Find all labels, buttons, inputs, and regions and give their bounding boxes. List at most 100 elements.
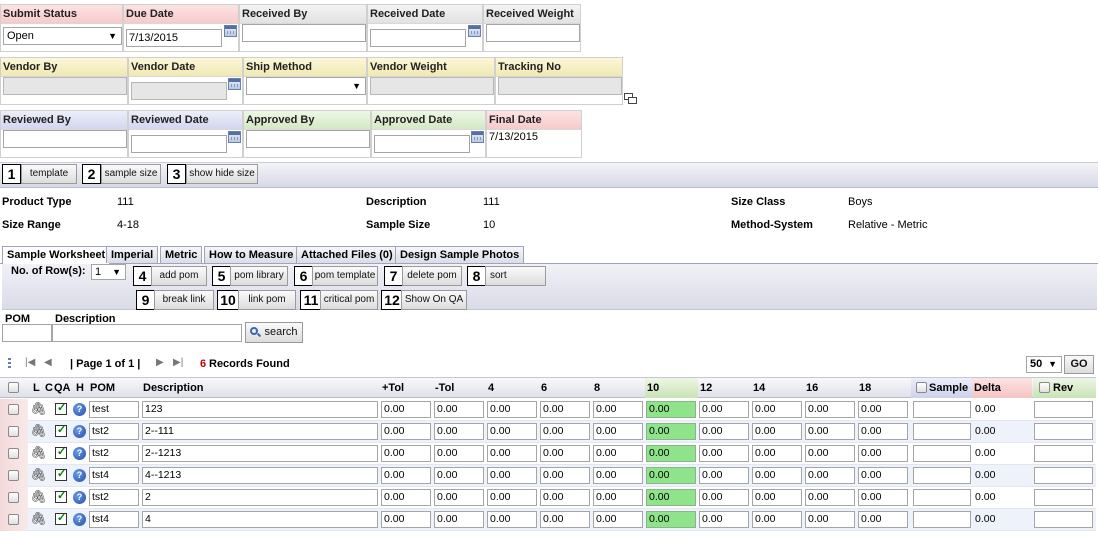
calendar-icon[interactable]	[228, 78, 241, 90]
rev-cell[interactable]	[1034, 489, 1093, 506]
measure-cell[interactable]: 0.00	[381, 489, 431, 506]
qa-checkbox[interactable]	[55, 401, 67, 415]
measure-cell[interactable]: 0.00	[699, 445, 749, 462]
measure-cell[interactable]: 0.00	[858, 467, 908, 484]
row-checkbox[interactable]	[8, 514, 19, 525]
qa-checkbox[interactable]	[55, 489, 67, 503]
paperclip-icon[interactable]: 🖇	[30, 401, 47, 417]
sample-cell[interactable]	[913, 489, 971, 506]
paperclip-icon[interactable]: 🖇	[30, 467, 47, 483]
measure-cell[interactable]: 0.00	[699, 489, 749, 506]
col-size-16[interactable]: 16	[804, 378, 818, 398]
measure-cell[interactable]: 0.00	[646, 445, 696, 462]
description-cell[interactable]: 2	[142, 489, 378, 506]
measure-cell[interactable]: 0.00	[858, 489, 908, 506]
measure-cell[interactable]: 0.00	[858, 511, 908, 528]
rev-cell[interactable]	[1034, 511, 1093, 528]
measure-cell[interactable]: 0.00	[540, 423, 590, 440]
help-icon[interactable]: ?	[73, 491, 86, 504]
reviewed-date-input[interactable]	[131, 135, 227, 153]
measure-cell[interactable]: 0.00	[593, 445, 643, 462]
tracking-no-input[interactable]	[498, 77, 622, 95]
calendar-icon[interactable]	[468, 25, 481, 37]
col-size-10[interactable]: 10	[645, 378, 698, 398]
sample-cell[interactable]	[913, 423, 971, 440]
page-size-select[interactable]: 50 ▼	[1026, 356, 1062, 373]
help-icon[interactable]: ?	[73, 403, 86, 416]
description-cell[interactable]: 2--111	[142, 423, 378, 440]
description-cell[interactable]: 4	[142, 511, 378, 528]
measure-cell[interactable]: 0.00	[487, 511, 537, 528]
measure-cell[interactable]: 0.00	[858, 401, 908, 418]
description-cell[interactable]: 123	[142, 401, 378, 418]
help-icon[interactable]: ?	[73, 425, 86, 438]
description-search-input[interactable]	[52, 324, 242, 342]
measure-cell[interactable]: 0.00	[752, 445, 802, 462]
measure-cell[interactable]: 0.00	[752, 401, 802, 418]
measure-cell[interactable]: 0.00	[487, 489, 537, 506]
next-page-icon[interactable]: ▶	[156, 357, 164, 368]
measure-cell[interactable]: 0.00	[699, 401, 749, 418]
pom-library-button[interactable]: pom library	[230, 266, 288, 286]
col-minus-tol[interactable]: -Tol	[433, 378, 454, 398]
measure-cell[interactable]: 0.00	[434, 445, 484, 462]
col-size-18[interactable]: 18	[857, 378, 871, 398]
help-icon[interactable]: ?	[73, 513, 86, 526]
link-pom-button[interactable]: link pom	[238, 290, 296, 310]
submit-status-select[interactable]: Open ▼	[3, 27, 122, 45]
measure-cell[interactable]: 0.00	[752, 489, 802, 506]
paperclip-icon[interactable]: 🖇	[30, 445, 47, 461]
measure-cell[interactable]: 0.00	[434, 467, 484, 484]
measure-cell[interactable]: 0.00	[540, 445, 590, 462]
sample-size-button[interactable]: sample size	[101, 164, 161, 184]
due-date-input[interactable]: 7/13/2015	[126, 29, 222, 47]
col-sample[interactable]: Sample	[911, 378, 972, 398]
sample-cell[interactable]	[913, 467, 971, 484]
sample-column-checkbox[interactable]	[916, 382, 927, 393]
pom-search-input[interactable]	[2, 324, 52, 342]
measure-cell[interactable]: 0.00	[646, 423, 696, 440]
prev-page-icon[interactable]: ◀	[44, 357, 52, 368]
tab-metric[interactable]: Metric	[160, 246, 203, 263]
col-qa[interactable]: QA	[52, 378, 71, 398]
select-all-checkbox[interactable]	[8, 382, 19, 393]
rows-count-select[interactable]: 1 ▼	[91, 264, 126, 280]
measure-cell[interactable]: 0.00	[858, 423, 908, 440]
row-checkbox[interactable]	[8, 426, 19, 437]
measure-cell[interactable]: 0.00	[434, 489, 484, 506]
rev-cell[interactable]	[1034, 467, 1093, 484]
received-by-input[interactable]	[242, 24, 366, 42]
paperclip-icon[interactable]: 🖇	[30, 489, 47, 505]
go-button[interactable]: GO	[1064, 355, 1094, 374]
pom-cell[interactable]: tst2	[89, 489, 139, 506]
measure-cell[interactable]: 0.00	[699, 423, 749, 440]
qa-checkbox[interactable]	[55, 423, 67, 437]
paperclip-icon[interactable]: 🖇	[30, 511, 47, 527]
measure-cell[interactable]: 0.00	[805, 489, 855, 506]
measure-cell[interactable]: 0.00	[381, 511, 431, 528]
measure-cell[interactable]: 0.00	[593, 423, 643, 440]
paperclip-icon[interactable]: 🖇	[30, 423, 47, 439]
sample-cell[interactable]	[913, 511, 971, 528]
approved-by-input[interactable]	[246, 130, 370, 148]
measure-cell[interactable]: 0.00	[699, 511, 749, 528]
measure-cell[interactable]: 0.00	[540, 511, 590, 528]
measure-cell[interactable]: 0.00	[381, 401, 431, 418]
row-checkbox[interactable]	[8, 492, 19, 503]
measure-cell[interactable]: 0.00	[593, 489, 643, 506]
description-cell[interactable]: 4--1213	[142, 467, 378, 484]
tab-attached-files[interactable]: Attached Files (0)	[296, 246, 398, 263]
help-icon[interactable]: ?	[73, 469, 86, 482]
pom-cell[interactable]: tst2	[89, 423, 139, 440]
last-page-icon[interactable]: ▶|	[173, 357, 183, 368]
sort-button[interactable]: sort	[485, 266, 546, 286]
col-rev[interactable]: Rev	[1033, 378, 1096, 398]
pom-cell[interactable]: test	[89, 401, 139, 418]
qa-checkbox[interactable]	[55, 467, 67, 481]
measure-cell[interactable]: 0.00	[752, 511, 802, 528]
measure-cell[interactable]: 0.00	[805, 445, 855, 462]
search-button[interactable]: search	[245, 322, 303, 343]
measure-cell[interactable]: 0.00	[540, 467, 590, 484]
qa-checkbox[interactable]	[55, 445, 67, 459]
rev-cell[interactable]	[1034, 401, 1093, 418]
